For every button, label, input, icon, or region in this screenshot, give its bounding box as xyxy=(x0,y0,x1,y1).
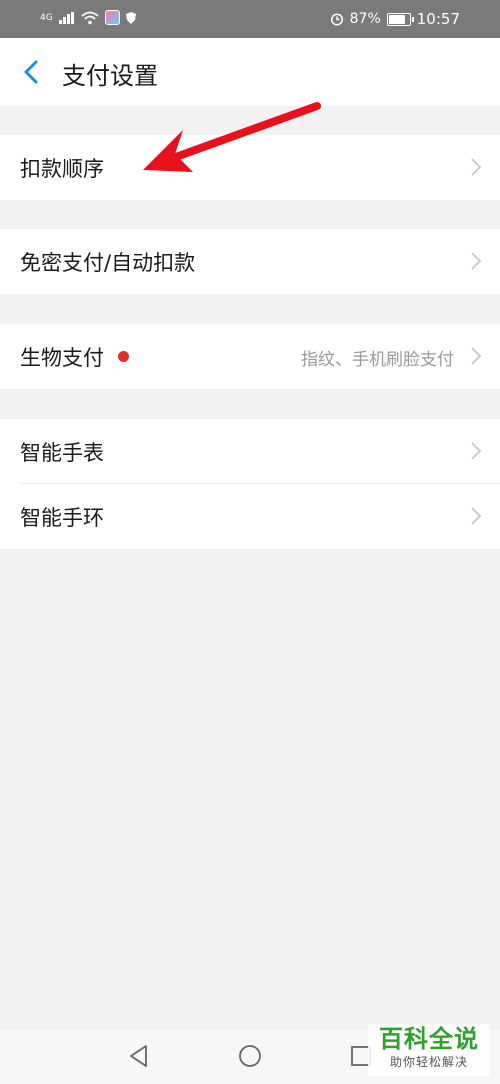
shield-icon xyxy=(125,11,136,24)
row-smart-band[interactable]: 智能手环 xyxy=(0,484,500,549)
status-bar: 4G 87% 10:57 xyxy=(0,0,500,38)
chevron-left-icon[interactable] xyxy=(18,58,46,86)
chevron-right-icon xyxy=(471,442,482,460)
alarm-icon xyxy=(330,13,343,26)
watermark-logo: 百科全说 助你轻松解决 xyxy=(368,1024,490,1076)
chevron-right-icon xyxy=(471,158,482,176)
row-label: 免密支付/自动扣款 xyxy=(20,251,196,275)
row-label: 智能手表 xyxy=(20,441,104,465)
battery-icon xyxy=(386,12,414,26)
chevron-right-icon xyxy=(471,252,482,270)
network-type: 4G xyxy=(40,12,53,23)
watermark-title: 百科全说 xyxy=(379,1025,479,1053)
row-biometric-payment[interactable]: 生物支付 指纹、手机刷脸支付 xyxy=(0,324,500,389)
clock: 10:57 xyxy=(416,10,460,28)
status-bar-right: 87% 10:57 xyxy=(330,10,460,28)
row-smart-watch[interactable]: 智能手表 xyxy=(0,419,500,484)
status-bar-left: 4G xyxy=(40,10,136,25)
red-dot-badge xyxy=(118,351,129,362)
row-label: 扣款顺序 xyxy=(20,157,104,181)
watermark-subtitle: 助你轻松解决 xyxy=(389,1055,468,1069)
row-label: 生物支付 xyxy=(20,346,104,370)
home-icon[interactable] xyxy=(237,1043,263,1069)
chevron-right-icon xyxy=(471,347,482,365)
row-deduction-order[interactable]: 扣款顺序 xyxy=(0,135,500,200)
settings-group-1: 扣款顺序 xyxy=(0,135,500,200)
chevron-right-icon xyxy=(471,507,482,525)
page-title: 支付设置 xyxy=(62,62,158,90)
app-notification-icon xyxy=(104,10,120,25)
wifi-icon xyxy=(81,11,99,24)
row-password-free-payment[interactable]: 免密支付/自动扣款 xyxy=(0,229,500,294)
signal-icon xyxy=(58,11,74,24)
back-icon[interactable] xyxy=(126,1043,152,1069)
battery-percent: 87% xyxy=(349,11,381,27)
settings-group-2: 免密支付/自动扣款 xyxy=(0,229,500,294)
settings-group-4: 智能手表 智能手环 xyxy=(0,419,500,549)
app-header: 支付设置 xyxy=(0,38,500,106)
settings-group-3: 生物支付 指纹、手机刷脸支付 xyxy=(0,324,500,389)
row-label: 智能手环 xyxy=(20,506,104,530)
row-hint: 指纹、手机刷脸支付 xyxy=(301,350,454,370)
